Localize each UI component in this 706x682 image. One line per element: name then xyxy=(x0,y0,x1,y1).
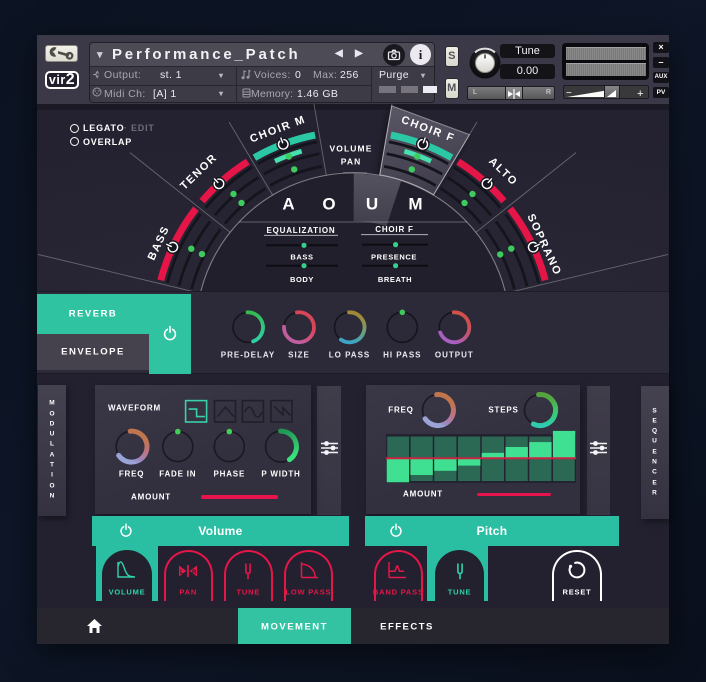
svg-text:BREATH: BREATH xyxy=(378,275,412,284)
svg-text:CHOIR F: CHOIR F xyxy=(375,225,414,234)
svg-text:A: A xyxy=(282,195,294,214)
svg-text:U: U xyxy=(366,195,378,214)
svg-text:BASS: BASS xyxy=(290,252,313,261)
svg-text:PAN: PAN xyxy=(341,157,362,167)
svg-text:EQUALIZATION: EQUALIZATION xyxy=(266,226,335,235)
svg-text:VOLUME: VOLUME xyxy=(330,143,373,153)
svg-text:BODY: BODY xyxy=(290,275,314,284)
svg-text:M: M xyxy=(408,195,422,214)
svg-text:PRESENCE: PRESENCE xyxy=(371,252,417,261)
svg-text:O: O xyxy=(322,195,335,214)
svg-text:R: R xyxy=(192,570,197,576)
svg-text:L: L xyxy=(180,570,184,576)
